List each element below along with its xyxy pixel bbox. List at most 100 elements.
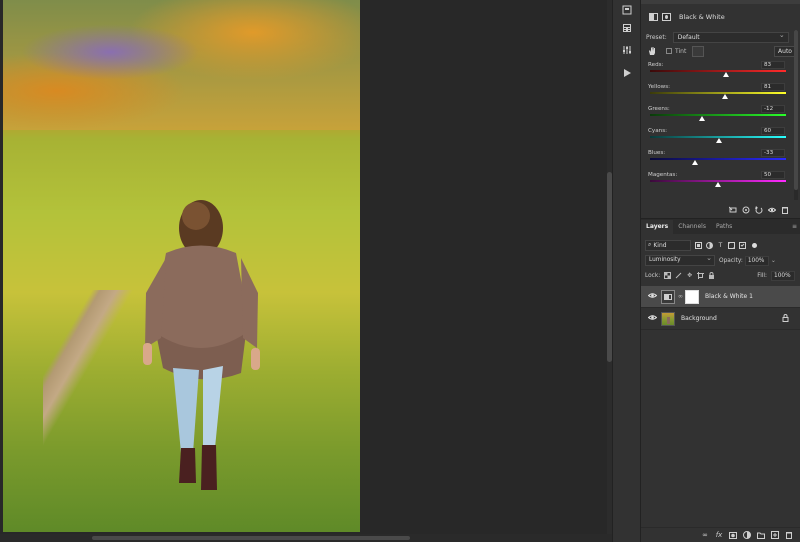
slider-label: Cyans: — [648, 128, 667, 134]
fill-label: Fill: — [757, 272, 767, 279]
slider-thumb[interactable] — [698, 116, 705, 121]
properties-tab-strip — [641, 0, 800, 4]
reset-icon[interactable] — [755, 206, 763, 214]
fill-field[interactable]: 100% — [771, 270, 795, 281]
tint-color-swatch[interactable] — [692, 45, 705, 57]
delete-adjustment-icon[interactable] — [781, 206, 789, 214]
filter-shape-icon[interactable] — [728, 241, 735, 249]
filter-pixel-icon[interactable] — [695, 241, 702, 249]
properties-scroll-thumb[interactable] — [794, 30, 798, 190]
layer-style-fx-icon[interactable]: fx — [715, 531, 723, 539]
lock-icon — [782, 313, 789, 324]
opacity-chevron-icon[interactable]: ⌄ — [771, 257, 776, 264]
layer-name[interactable]: Background — [681, 315, 717, 322]
photo-walking-woman — [143, 200, 260, 490]
filter-adjustment-icon[interactable] — [706, 241, 713, 249]
add-mask-icon[interactable] — [729, 531, 737, 539]
lock-position-icon[interactable]: ✥ — [686, 272, 693, 279]
right-panels: Black & White Preset: Default Tint Auto … — [640, 0, 800, 542]
canvas-area[interactable] — [0, 0, 612, 542]
kind-label: Kind — [653, 241, 667, 249]
layer-name[interactable]: Black & White 1 — [705, 293, 753, 300]
slider-thumb[interactable] — [716, 138, 723, 143]
tab-layers[interactable]: Layers — [641, 220, 674, 234]
canvas-horizontal-scroll-thumb[interactable] — [92, 536, 410, 540]
properties-panel-icon[interactable] — [618, 42, 636, 58]
slider-track[interactable] — [650, 92, 786, 94]
slider-value-field[interactable]: 83 — [761, 61, 785, 69]
slider-value-field[interactable]: 81 — [761, 83, 785, 91]
slider-row-blues: Blues: -33 — [641, 149, 800, 172]
photo-flower-hill — [3, 0, 360, 130]
lock-image-icon[interactable] — [675, 272, 682, 279]
slider-value-field[interactable]: 60 — [761, 127, 785, 135]
tab-paths[interactable]: Paths — [711, 220, 737, 234]
filter-type-icon[interactable]: T — [717, 242, 724, 249]
slider-row-reds: Reds: 83 — [641, 61, 800, 84]
lock-fill-row: Lock: ✥ Fill: 100% — [645, 270, 799, 281]
black-white-adjustment-icon — [649, 13, 658, 21]
panel-menu-icon[interactable]: ≡ — [792, 223, 797, 230]
slider-thumb[interactable] — [715, 182, 721, 187]
tint-checkbox[interactable] — [666, 48, 672, 54]
slider-row-magentas: Magentas: 50 — [641, 171, 800, 194]
layer-mask-thumbnail[interactable] — [685, 289, 699, 304]
auto-button[interactable]: Auto — [774, 45, 796, 57]
view-previous-state-icon[interactable] — [742, 206, 750, 214]
toggle-visibility-icon[interactable] — [768, 206, 776, 214]
tab-channels[interactable]: Channels — [673, 220, 711, 234]
layers-list-empty-area[interactable] — [641, 332, 800, 526]
play-actions-icon[interactable] — [618, 65, 636, 81]
chain-link-icon[interactable]: ∞ — [678, 293, 683, 300]
link-layers-icon[interactable]: ∞ — [701, 531, 709, 539]
slider-value-field[interactable]: -33 — [761, 149, 785, 157]
delete-layer-icon[interactable] — [785, 531, 793, 539]
slider-thumb[interactable] — [723, 72, 730, 77]
layer-row-background[interactable]: Background — [641, 308, 800, 330]
lock-label: Lock: — [645, 272, 661, 279]
layer-row-black-white[interactable]: ∞ Black & White 1 — [641, 286, 800, 308]
tint-label: Tint — [675, 47, 687, 55]
clip-to-layer-icon[interactable] — [729, 206, 737, 214]
new-group-icon[interactable] — [757, 531, 765, 539]
lock-artboard-icon[interactable] — [697, 272, 705, 279]
calculator-panel-icon[interactable] — [618, 20, 636, 36]
blend-opacity-row: Luminosity Opacity: 100% ⌄ — [645, 254, 799, 266]
lock-all-icon[interactable] — [708, 272, 715, 279]
slider-row-yellows: Yellows: 81 — [641, 83, 800, 106]
preset-label: Preset: — [646, 33, 667, 41]
slider-track[interactable] — [650, 70, 786, 72]
panel-icon-strip — [612, 0, 640, 542]
slider-track[interactable] — [650, 114, 786, 116]
filter-kind-dropdown[interactable]: ⌕ Kind — [645, 239, 691, 251]
slider-label: Yellows: — [648, 84, 671, 90]
photo-canvas[interactable] — [3, 0, 360, 532]
photoshop-window: Black & White Preset: Default Tint Auto … — [0, 0, 800, 542]
properties-scrollbar[interactable] — [794, 30, 798, 200]
slider-thumb[interactable] — [721, 94, 728, 99]
slider-thumb[interactable] — [691, 160, 698, 165]
eye-icon[interactable] — [645, 314, 659, 323]
layers-panel-tabs: Layers Channels Paths — [641, 219, 800, 234]
canvas-horizontal-scrollbar[interactable] — [0, 534, 612, 542]
preset-row: Preset: Default — [646, 31, 798, 43]
preset-dropdown[interactable]: Default — [672, 31, 789, 43]
layer-filter-row: ⌕ Kind T — [645, 239, 799, 251]
adjustment-layer-thumbnail — [661, 289, 675, 304]
info-panel-icon[interactable] — [618, 2, 636, 18]
blend-mode-dropdown[interactable]: Luminosity — [645, 254, 715, 266]
slider-value-field[interactable]: -12 — [761, 105, 785, 113]
lock-transparent-icon[interactable] — [664, 272, 672, 279]
new-adjustment-layer-icon[interactable] — [743, 531, 751, 539]
properties-header: Black & White — [641, 6, 800, 28]
eye-icon[interactable] — [645, 292, 659, 301]
filter-smart-object-icon[interactable] — [739, 241, 746, 249]
filter-toggle-switch[interactable] — [752, 242, 757, 248]
targeted-adjustment-icon[interactable] — [646, 45, 658, 57]
new-layer-icon[interactable] — [771, 531, 779, 539]
blend-mode-value: Luminosity — [649, 257, 681, 263]
layer-mask-icon[interactable] — [662, 13, 671, 21]
slider-track[interactable] — [650, 158, 786, 160]
opacity-field[interactable]: 100% — [744, 255, 769, 266]
slider-value-field[interactable]: 50 — [761, 171, 785, 179]
